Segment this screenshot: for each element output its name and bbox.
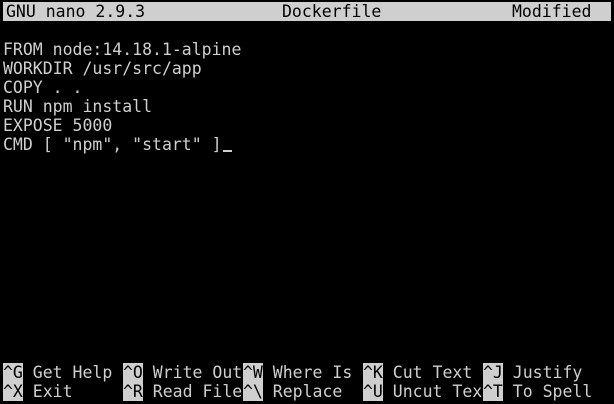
shortcut-cut-text[interactable]: ^K Cut Text <box>363 363 483 382</box>
shortcut-bar: ^G Get Help ^O Write Out ^W Where Is ^K … <box>3 363 611 401</box>
shortcut-uncut-text[interactable]: ^U Uncut Tex <box>363 382 483 401</box>
shortcut-where-is[interactable]: ^W Where Is <box>243 363 363 382</box>
shortcut-key: ^\ <box>243 382 263 401</box>
shortcut-row-2: ^X Exit ^R Read File ^\ Replace ^U Uncut… <box>3 382 611 401</box>
shortcut-key: ^X <box>3 382 23 401</box>
shortcut-label: Replace <box>262 382 343 401</box>
shortcut-exit[interactable]: ^X Exit <box>3 382 123 401</box>
shortcut-key: ^K <box>363 363 383 382</box>
shortcut-label: To Spell <box>502 382 593 401</box>
editor-line[interactable]: WORKDIR /usr/src/app <box>3 59 611 78</box>
shortcut-label: Write Out <box>142 363 243 382</box>
text-cursor <box>222 150 232 152</box>
file-name: Dockerfile <box>282 2 382 21</box>
shortcut-key: ^O <box>123 363 143 382</box>
shortcut-label: Cut Text <box>382 363 473 382</box>
editor-line[interactable]: EXPOSE 5000 <box>3 116 611 135</box>
shortcut-label: Read File <box>142 382 243 401</box>
shortcut-label: Exit <box>22 382 73 401</box>
shortcut-row-1: ^G Get Help ^O Write Out ^W Where Is ^K … <box>3 363 611 382</box>
shortcut-read-file[interactable]: ^R Read File <box>123 382 243 401</box>
shortcut-replace[interactable]: ^\ Replace <box>243 382 363 401</box>
nano-title-bar: GNU nano 2.9.3 Dockerfile Modified <box>3 2 611 21</box>
shortcut-label: Uncut Tex <box>382 382 483 401</box>
shortcut-key: ^W <box>243 363 263 382</box>
shortcut-to-spell[interactable]: ^T To Spell <box>483 382 611 401</box>
app-title: GNU nano 2.9.3 <box>6 2 146 21</box>
shortcut-justify[interactable]: ^J Justify <box>483 363 611 382</box>
editor-text-area[interactable]: FROM node:14.18.1-alpine WORKDIR /usr/sr… <box>3 40 611 154</box>
shortcut-write-out[interactable]: ^O Write Out <box>123 363 243 382</box>
shortcut-key: ^R <box>123 382 143 401</box>
editor-line-current[interactable]: CMD [ "npm", "start" ] <box>3 135 611 154</box>
shortcut-key: ^J <box>483 363 503 382</box>
shortcut-label: Justify <box>502 363 583 382</box>
editor-line-text[interactable]: CMD [ "npm", "start" ] <box>3 135 222 154</box>
editor-line[interactable]: FROM node:14.18.1-alpine <box>3 40 611 59</box>
shortcut-key: ^T <box>483 382 503 401</box>
shortcut-key: ^U <box>363 382 383 401</box>
shortcut-key: ^G <box>3 363 23 382</box>
shortcut-label: Get Help <box>22 363 113 382</box>
shortcut-get-help[interactable]: ^G Get Help <box>3 363 123 382</box>
editor-line[interactable]: RUN npm install <box>3 97 611 116</box>
modified-status: Modified <box>512 2 592 21</box>
terminal-window: GNU nano 2.9.3 Dockerfile Modified FROM … <box>0 0 614 404</box>
shortcut-label: Where Is <box>262 363 353 382</box>
editor-line[interactable]: COPY . . <box>3 78 611 97</box>
